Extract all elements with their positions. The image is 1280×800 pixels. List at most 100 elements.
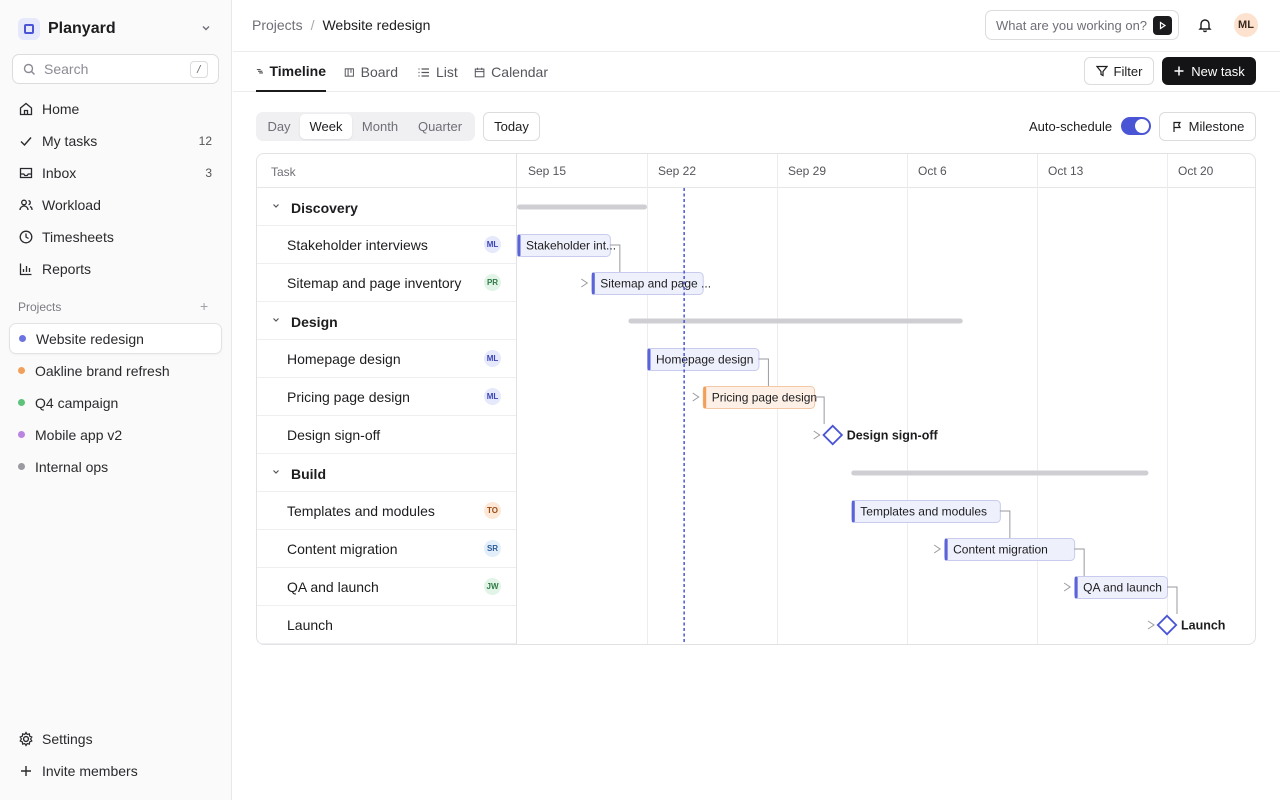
tab-timeline[interactable]: Timeline bbox=[256, 52, 326, 92]
table-row[interactable]: Launch bbox=[257, 606, 516, 644]
invite-members-link[interactable]: Invite members bbox=[10, 756, 222, 786]
project-item-oakline-brand-refresh[interactable]: Oakline brand refresh bbox=[9, 355, 222, 386]
milestone-diamond[interactable] bbox=[822, 424, 844, 446]
scale-day[interactable]: Day bbox=[258, 114, 300, 139]
project-label: Q4 campaign bbox=[35, 394, 119, 411]
tab-board[interactable]: Board bbox=[344, 52, 398, 92]
settings-link[interactable]: Settings bbox=[10, 724, 222, 754]
home-icon bbox=[19, 102, 33, 116]
table-row[interactable]: QA and launch JW bbox=[257, 568, 516, 606]
play-icon[interactable] bbox=[1153, 16, 1172, 35]
task-name: Design sign-off bbox=[287, 427, 381, 443]
assignee-avatar[interactable]: ML bbox=[484, 236, 501, 253]
list-icon bbox=[418, 67, 429, 77]
task-bar-label: Templates and modules bbox=[860, 505, 987, 519]
new-task-label: New task bbox=[1191, 63, 1245, 79]
group-summary-bar[interactable] bbox=[517, 204, 647, 210]
chevron-down-icon[interactable] bbox=[271, 201, 281, 211]
group-row-build[interactable]: Build bbox=[257, 454, 516, 492]
timeline-grid: Sep 15 Sep 22 Sep 29 Oct 6 Oct 13 Oct 20 Stake… bbox=[517, 154, 1255, 644]
task-bar-label: Homepage design bbox=[656, 353, 753, 367]
scale-month[interactable]: Month bbox=[352, 114, 408, 139]
topbar: Projects / Website redesign What are you… bbox=[233, 0, 1280, 52]
week-label: Oct 20 bbox=[1178, 164, 1214, 178]
table-row[interactable]: Pricing page design ML bbox=[257, 378, 516, 416]
project-label: Oakline brand refresh bbox=[35, 362, 170, 379]
project-item-mobile-app-v2[interactable]: Mobile app v2 bbox=[9, 419, 222, 450]
gear-icon bbox=[19, 731, 33, 747]
tab-list[interactable]: List bbox=[417, 52, 459, 92]
filter-button[interactable]: Filter bbox=[1084, 57, 1154, 85]
group-summary-bar[interactable] bbox=[851, 470, 1149, 476]
add-project-icon[interactable]: + bbox=[200, 298, 208, 314]
tab-label: List bbox=[436, 64, 458, 80]
workspace-switcher[interactable]: Planyard bbox=[12, 14, 220, 44]
group-row-design[interactable]: Design bbox=[257, 302, 516, 340]
task-bar-accent bbox=[944, 538, 948, 561]
project-item-website-redesign[interactable]: Website redesign bbox=[9, 323, 222, 354]
task-bar-accent bbox=[703, 386, 707, 409]
project-item-q4-campaign[interactable]: Q4 campaign bbox=[9, 387, 222, 418]
table-row[interactable]: Stakeholder interviews ML bbox=[257, 226, 516, 264]
tab-calendar[interactable]: Calendar bbox=[474, 52, 548, 92]
search-shortcut: / bbox=[190, 61, 208, 78]
assignee-avatar[interactable]: ML bbox=[484, 388, 501, 405]
auto-schedule-toggle[interactable] bbox=[1121, 117, 1151, 135]
breadcrumb-parent[interactable]: Projects bbox=[252, 17, 303, 33]
tab-label: Board bbox=[360, 64, 398, 80]
dependency-connector bbox=[1167, 586, 1178, 614]
assignee-avatar[interactable]: PR bbox=[484, 274, 501, 291]
group-summary-bar[interactable] bbox=[628, 318, 963, 324]
chevron-down-icon[interactable] bbox=[271, 315, 281, 325]
task-bar-label: Pricing page design bbox=[712, 391, 817, 405]
sidebar-item-label: Timesheets bbox=[42, 229, 114, 245]
project-item-internal-ops[interactable]: Internal ops bbox=[9, 451, 222, 482]
today-button[interactable]: Today bbox=[483, 112, 540, 141]
timeline-icon bbox=[256, 68, 264, 73]
workspace-name: Planyard bbox=[48, 20, 116, 37]
task-name: Sitemap and page inventory bbox=[287, 275, 462, 291]
table-row[interactable]: Design sign-off bbox=[257, 416, 516, 454]
sidebar-item-reports[interactable]: Reports bbox=[10, 254, 222, 284]
group-row-discovery[interactable]: Discovery bbox=[257, 188, 516, 226]
sidebar-item-timesheets[interactable]: Timesheets bbox=[10, 222, 222, 252]
sidebar-item-inbox[interactable]: Inbox 3 bbox=[10, 158, 222, 188]
scale-week[interactable]: Week bbox=[300, 114, 352, 139]
sidebar-item-count: 3 bbox=[205, 166, 212, 180]
flag-icon bbox=[1173, 121, 1181, 132]
task-name: Pricing page design bbox=[287, 389, 410, 405]
sidebar-item-my-tasks[interactable]: My tasks 12 bbox=[10, 126, 222, 156]
check-icon bbox=[20, 137, 32, 147]
new-task-button[interactable]: New task bbox=[1162, 57, 1256, 85]
milestone-button[interactable]: Milestone bbox=[1159, 112, 1256, 141]
task-name: QA and launch bbox=[287, 579, 379, 595]
table-row[interactable]: Templates and modules TO bbox=[257, 492, 516, 530]
table-row[interactable]: Homepage design ML bbox=[257, 340, 516, 378]
sidebar-item-home[interactable]: Home bbox=[10, 94, 222, 124]
bell-icon[interactable] bbox=[1197, 17, 1213, 33]
board-icon bbox=[344, 67, 354, 77]
task-bar-label: Content migration bbox=[953, 543, 1048, 557]
milestone-diamond[interactable] bbox=[1156, 614, 1178, 636]
sidebar-item-workload[interactable]: Workload bbox=[10, 190, 222, 220]
table-row[interactable]: Content migration SR bbox=[257, 530, 516, 568]
assignee-avatar[interactable]: ML bbox=[484, 350, 501, 367]
assignee-avatar[interactable]: JW bbox=[484, 578, 501, 595]
ask-input[interactable]: What are you working on? bbox=[985, 10, 1179, 40]
sidebar-item-label: Home bbox=[42, 101, 80, 117]
week-label: Sep 15 bbox=[528, 164, 566, 178]
filter-label: Filter bbox=[1113, 63, 1143, 79]
project-color-dot bbox=[18, 463, 25, 470]
project-label: Internal ops bbox=[35, 458, 109, 475]
assignee-avatar[interactable]: SR bbox=[484, 540, 501, 557]
search-input[interactable]: Search / bbox=[12, 54, 219, 84]
scale-quarter[interactable]: Quarter bbox=[408, 114, 472, 139]
chevron-down-icon[interactable] bbox=[271, 467, 281, 477]
assignee-avatar[interactable]: TO bbox=[484, 502, 501, 519]
task-bar-label: Sitemap and page ... bbox=[600, 277, 711, 291]
table-row[interactable]: Sitemap and page inventory PR bbox=[257, 264, 516, 302]
task-bar-accent bbox=[517, 234, 521, 257]
dependency-connector bbox=[758, 358, 769, 386]
dependency-arrow-icon bbox=[581, 278, 589, 288]
user-avatar[interactable]: ML bbox=[1234, 13, 1258, 37]
